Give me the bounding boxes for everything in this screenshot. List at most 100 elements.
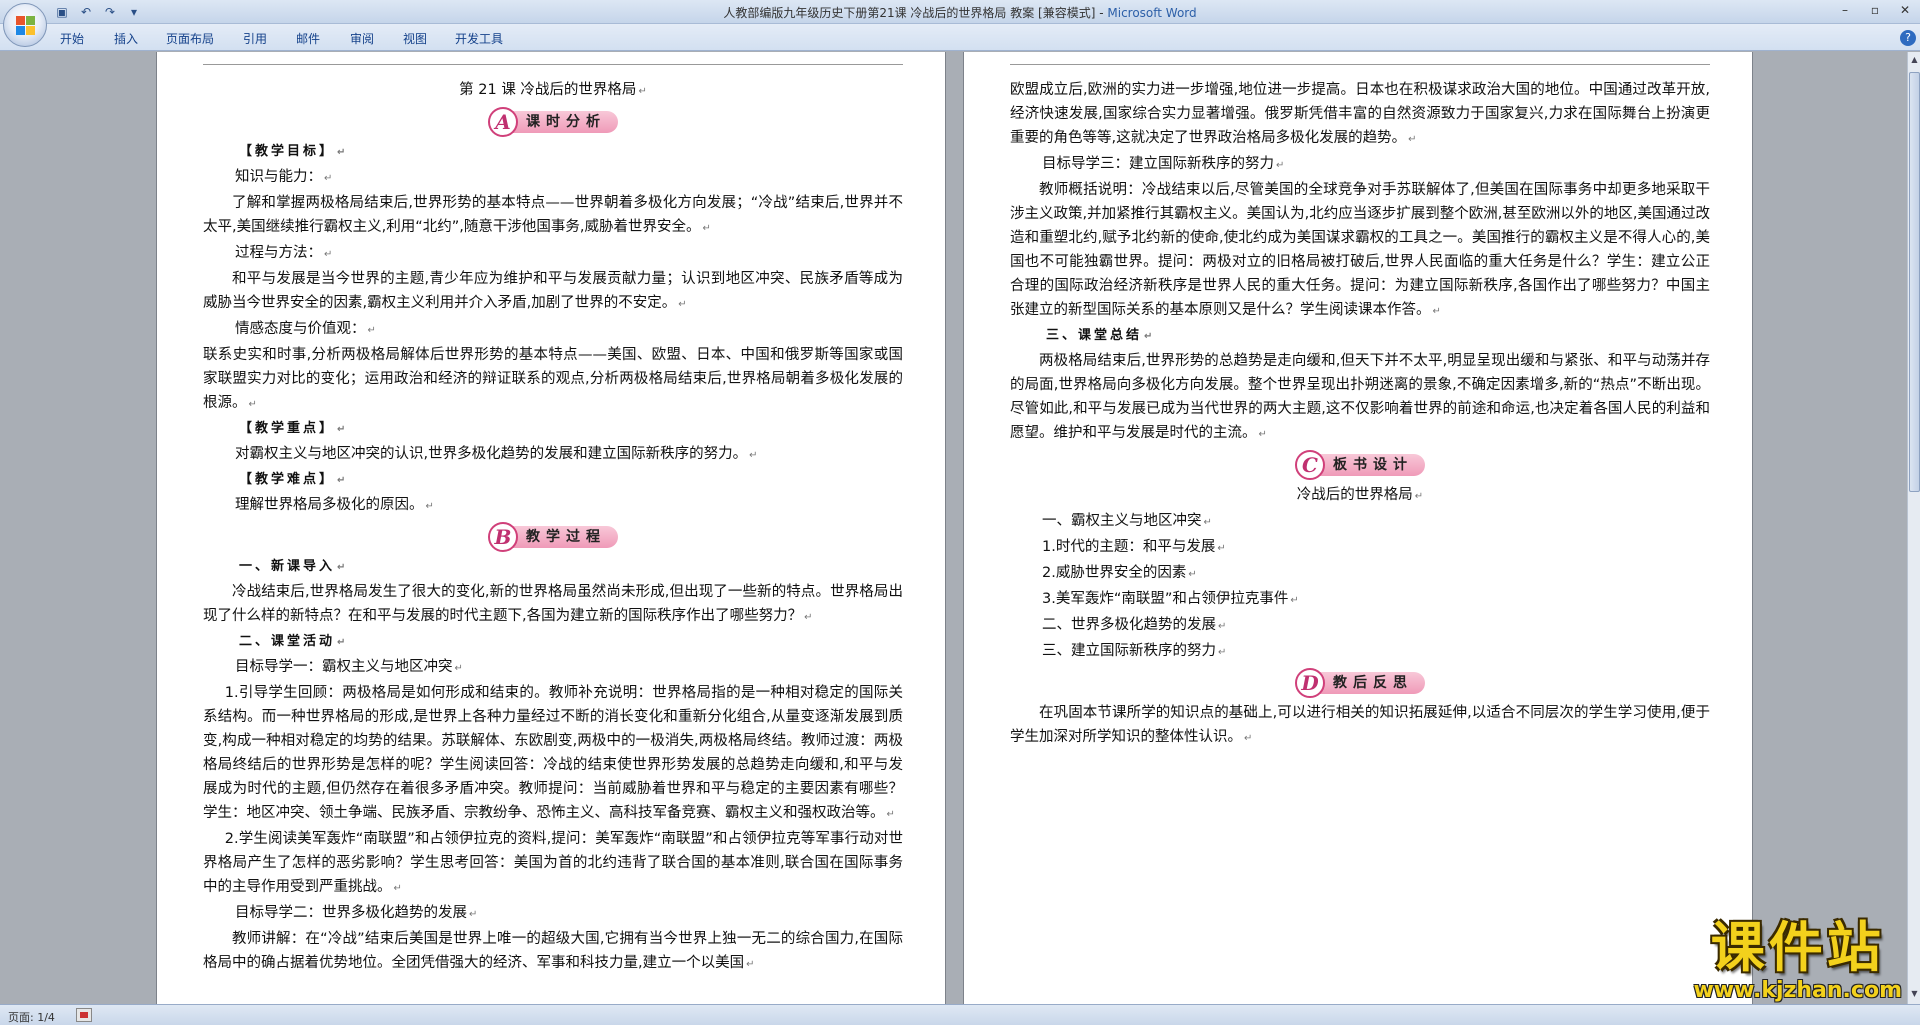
guide3-heading: 目标导学三：建立国际新秩序的努力 ↵ (1042, 156, 1285, 172)
watermark-title: 课件站 (1710, 916, 1885, 979)
ribbon-tabs: 开始 插入 页面布局 引用 邮件 审阅 视图 开发工具 (0, 24, 1920, 51)
tab-developer[interactable]: 开发工具 (455, 30, 503, 47)
title-bar: ▣ ↶ ↷ ▾ 人教部编版九年级历史下册第21课 冷战后的世界格局 教案 [兼容… (0, 0, 1920, 24)
intro-heading: 一、新课导入 ↵ (239, 559, 349, 574)
maximize-button[interactable]: ▫ (1860, 0, 1890, 20)
paragraph-mark-icon: ↵ (804, 612, 813, 623)
window-title: 人教部编版九年级历史下册第21课 冷战后的世界格局 教案 [兼容模式] - Mi… (723, 6, 1197, 20)
watermark-url: www.kjzhan.com (1693, 978, 1902, 1003)
board-item: 1.时代的主题：和平与发展 ↵ (1042, 539, 1226, 555)
banner-board-design: C 板书设计 (1010, 449, 1710, 481)
board-item: 一、霸权主义与地区冲突 ↵ (1042, 513, 1212, 529)
paragraph-mark-icon: ↵ (702, 223, 711, 234)
process-heading: 过程与方法： ↵ (235, 245, 333, 261)
office-logo-icon (16, 16, 36, 36)
tab-insert[interactable]: 插入 (114, 30, 138, 47)
difficulty-heading: 【教学难点】 ↵ (239, 472, 349, 487)
document-area: 第 21 课 冷战后的世界格局 ↵ A 课时分析 【教学目标】 ↵ 知识与能力： ↵ 了… (0, 52, 1907, 1004)
key-heading: 【教学重点】 ↵ (239, 421, 349, 436)
banner-letter-icon: C (1295, 450, 1325, 480)
scroll-down-icon[interactable]: ▼ (1909, 988, 1920, 1000)
paragraph-mark-icon: ↵ (393, 883, 402, 894)
window-controls: – ▫ ✕ (1830, 0, 1920, 22)
knowledge-text: 了解和掌握两极格局结束后,世界形势的基本特点——世界朝着多极化方向发展；“冷战”… (203, 195, 903, 235)
watermark-logo: 课件站 www.kjzhan.com (1693, 916, 1902, 1004)
key-text: 对霸权主义与地区冲突的认识,世界多极化趋势的发展和建立国际新秩序的努力。 ↵ (235, 446, 758, 462)
paragraph-mark-icon: ↵ (367, 325, 376, 336)
guide2-paragraph-1: 教师讲解：在“冷战”结束后美国是世界上唯一的超级大国,它拥有当今世界上独一无二的… (203, 931, 903, 971)
paragraph-mark-icon: ↵ (746, 959, 755, 970)
paragraph-mark-icon: ↵ (886, 809, 895, 820)
proofing-icon[interactable] (76, 1008, 92, 1022)
board-item: 2.威胁世界安全的因素 ↵ (1042, 565, 1197, 581)
board-item: 3.美军轰炸“南联盟”和占领伊拉克事件 ↵ (1042, 591, 1299, 607)
tab-references[interactable]: 引用 (243, 30, 267, 47)
document-page-1[interactable]: 第 21 课 冷战后的世界格局 ↵ A 课时分析 【教学目标】 ↵ 知识与能力： ↵ 了… (156, 52, 946, 1004)
scroll-up-icon[interactable]: ▲ (1909, 54, 1920, 66)
knowledge-heading: 知识与能力： ↵ (235, 169, 333, 185)
document-page-2[interactable]: 欧盟成立后,欧洲的实力进一步增强,地位进一步提高。日本也在积极谋求政治大国的地位… (963, 52, 1753, 1004)
guide2-heading: 目标导学二：世界多极化趋势的发展 ↵ (235, 905, 478, 921)
paragraph-mark-icon: ↵ (1414, 491, 1424, 502)
banner-letter-icon: B (488, 522, 518, 552)
help-icon[interactable]: ? (1900, 30, 1916, 46)
paragraph-mark-icon: ↵ (337, 562, 349, 573)
scroll-thumb[interactable] (1909, 72, 1920, 492)
intro-text: 冷战结束后,世界格局发生了很大的变化,新的世界格局虽然尚未形成,但出现了一些新的… (203, 584, 903, 624)
goals-heading: 【教学目标】 ↵ (239, 144, 349, 159)
paragraph-mark-icon: ↵ (678, 299, 687, 310)
process-text: 和平与发展是当今世界的主题,青少年应为维护和平与发展贡献力量；认识到地区冲突、民… (203, 271, 903, 311)
lesson-title: 第 21 课 冷战后的世界格局 ↵ (459, 82, 647, 98)
difficulty-text: 理解世界格局多极化的原因。 ↵ (235, 497, 434, 513)
tab-review[interactable]: 审阅 (350, 30, 374, 47)
header-rule (1010, 64, 1710, 65)
word-window: ▣ ↶ ↷ ▾ 人教部编版九年级历史下册第21课 冷战后的世界格局 教案 [兼容… (0, 0, 1920, 1025)
tab-home[interactable]: 开始 (60, 30, 84, 47)
paragraph-mark-icon: ↵ (1218, 621, 1227, 632)
banner-letter-icon: D (1295, 668, 1325, 698)
guide3-text: 教师概括说明：冷战结束以后,尽管美国的全球竞争对手苏联解体了,但美国在国际事务中… (1010, 182, 1710, 318)
activity-heading: 二、课堂活动 ↵ (239, 634, 349, 649)
paragraph-mark-icon: ↵ (248, 399, 257, 410)
paragraph-mark-icon: ↵ (1217, 543, 1226, 554)
paragraph-mark-icon: ↵ (1290, 595, 1299, 606)
minimize-button[interactable]: – (1830, 0, 1860, 20)
paragraph-mark-icon: ↵ (324, 173, 333, 184)
guide1-heading: 目标导学一：霸权主义与地区冲突 ↵ (235, 659, 463, 675)
continued-text: 欧盟成立后,欧洲的实力进一步增强,地位进一步提高。日本也在积极谋求政治大国的地位… (1010, 82, 1710, 146)
guide1-paragraph-1: 1.引导学生回顾：两极格局是如何形成和结束的。教师补充说明：世界格局指的是一种相… (203, 685, 903, 821)
paragraph-mark-icon: ↵ (425, 501, 434, 512)
vertical-scrollbar[interactable]: ▲ ▼ (1907, 52, 1920, 1004)
paragraph-mark-icon: ↵ (469, 909, 478, 920)
paragraph-mark-icon: ↵ (324, 249, 333, 260)
paragraph-mark-icon: ↵ (337, 147, 349, 158)
page-indicator[interactable]: 页面: 1/4 (8, 1009, 55, 1025)
paragraph-mark-icon: ↵ (337, 637, 349, 648)
app-name: Microsoft Word (1107, 6, 1197, 20)
close-button[interactable]: ✕ (1890, 0, 1920, 20)
header-rule (203, 64, 903, 65)
tab-page-layout[interactable]: 页面布局 (166, 30, 214, 47)
tab-view[interactable]: 视图 (403, 30, 427, 47)
banner-course-analysis: A 课时分析 (203, 106, 903, 138)
paragraph-mark-icon: ↵ (1218, 647, 1227, 658)
banner-teaching-process: B 教学过程 (203, 521, 903, 553)
tab-mailings[interactable]: 邮件 (296, 30, 320, 47)
page-1-content: 第 21 课 冷战后的世界格局 ↵ A 课时分析 【教学目标】 ↵ 知识与能力： ↵ 了… (203, 78, 903, 977)
reflection-text: 在巩固本节课所学的知识点的基础上,可以进行相关的知识拓展延伸,以适合不同层次的学… (1010, 705, 1710, 745)
summary-text: 两极格局结束后,世界形势的总趋势是走向缓和,但天下并不太平,明显呈现出缓和与紧张… (1010, 353, 1710, 441)
board-title: 冷战后的世界格局 ↵ (1296, 487, 1424, 503)
paragraph-mark-icon: ↵ (1188, 569, 1197, 580)
status-bar: 页面: 1/4 (0, 1004, 1920, 1025)
paragraph-mark-icon: ↵ (749, 450, 758, 461)
board-item: 三、建立国际新秩序的努力 ↵ (1042, 643, 1227, 659)
attitude-text: 联系史实和时事,分析两极格局解体后世界形势的基本特点——美国、欧盟、日本、中国和… (203, 347, 903, 411)
summary-heading: 三、课堂总结 ↵ (1046, 328, 1156, 343)
board-item: 二、世界多极化趋势的发展 ↵ (1042, 617, 1227, 633)
office-button[interactable] (3, 3, 47, 47)
paragraph-mark-icon: ↵ (1203, 517, 1212, 528)
paragraph-mark-icon: ↵ (337, 475, 349, 486)
paragraph-mark-icon: ↵ (1432, 306, 1441, 317)
banner-letter-icon: A (488, 107, 518, 137)
paragraph-mark-icon: ↵ (1244, 733, 1253, 744)
